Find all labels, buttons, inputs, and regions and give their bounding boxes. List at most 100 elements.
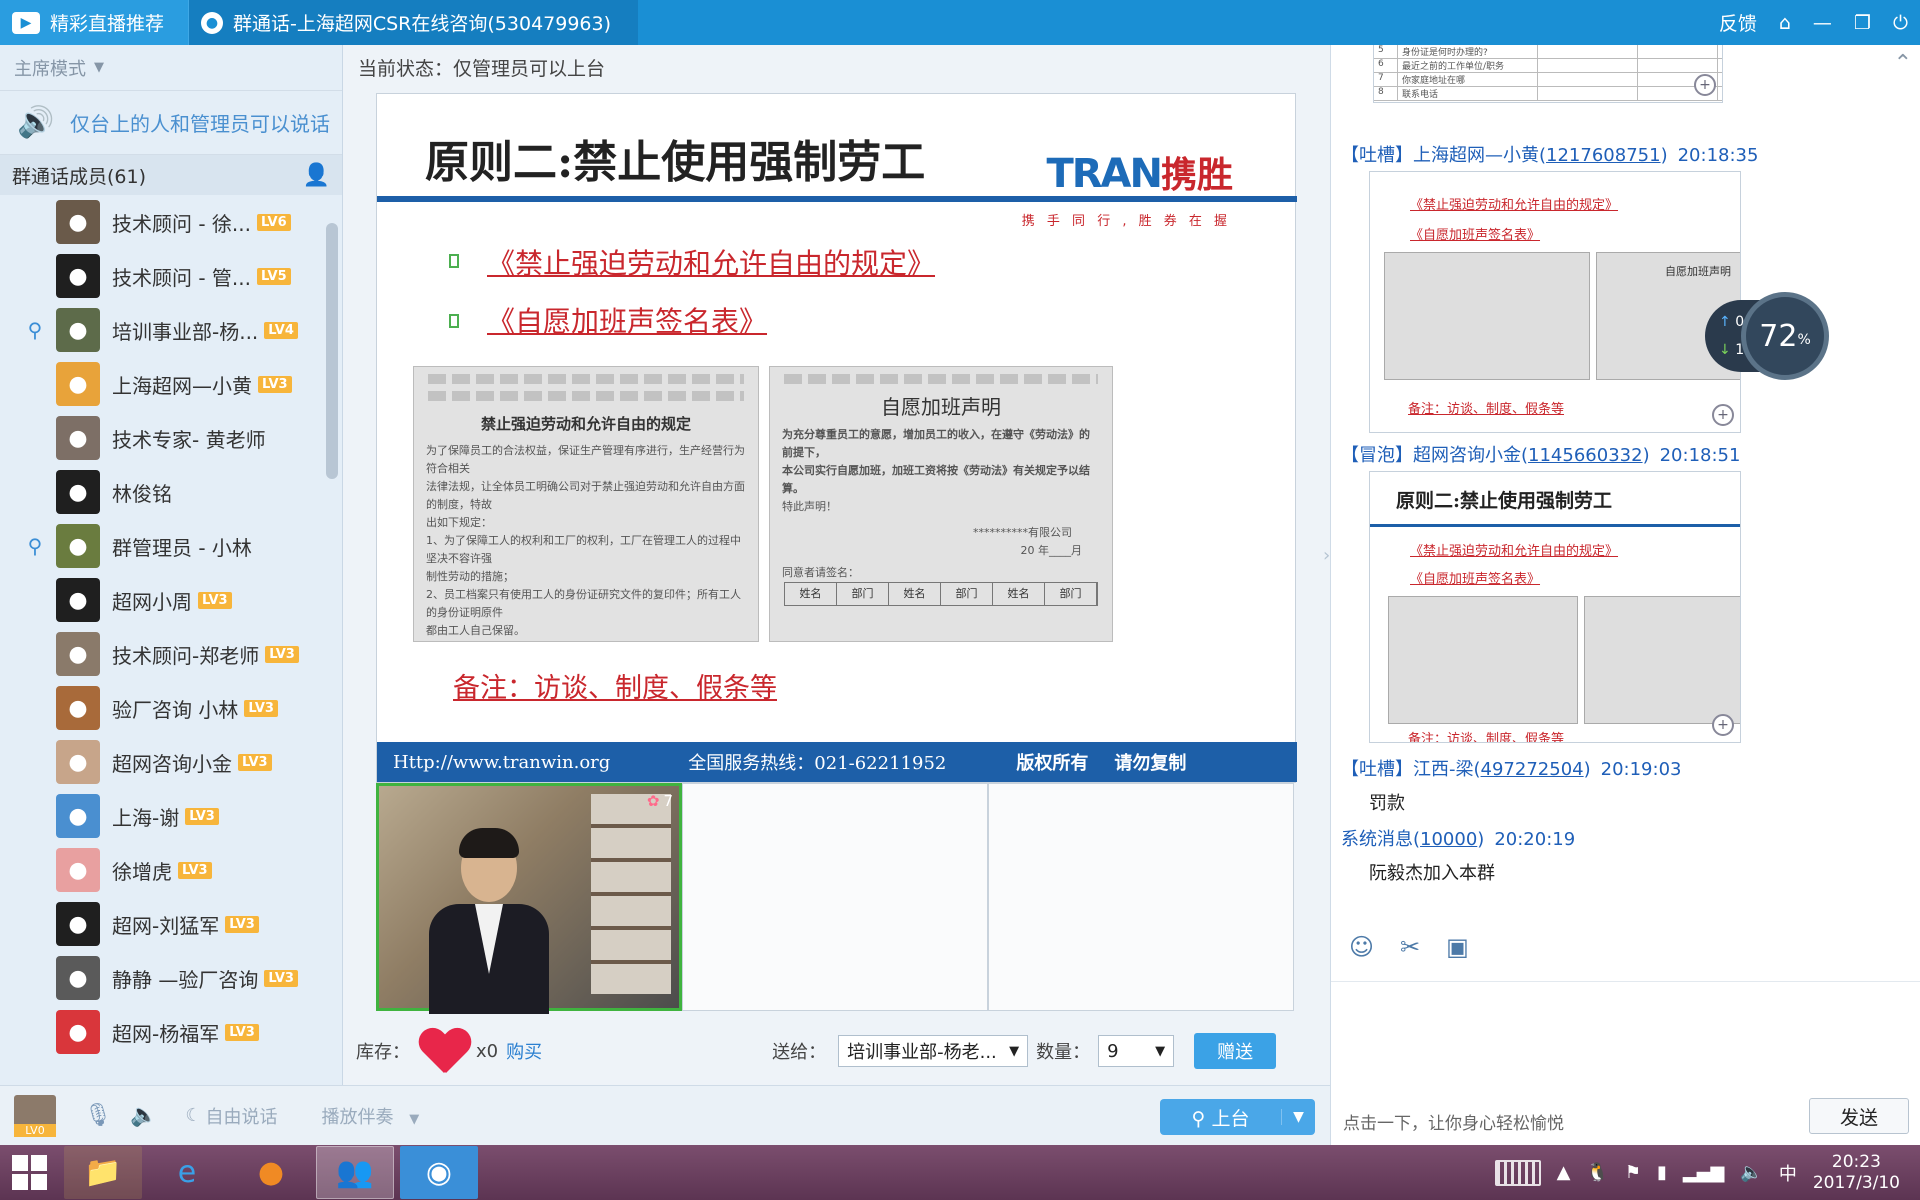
member-row[interactable]: ● 技术顾问 - 管... LV5 — [0, 249, 342, 303]
chat-image-slide2[interactable]: 原则二:禁止使用强制劳工 《禁止强迫劳动和允许自由的规定》 《自愿加班声签名表》… — [1369, 471, 1741, 743]
flag-icon[interactable]: ⚑ — [1625, 1162, 1641, 1183]
sender-qq-link[interactable]: 497272504 — [1481, 759, 1584, 780]
sender-qq-link[interactable]: 1217608751 — [1546, 145, 1661, 166]
accompaniment-label: 播放伴奏 — [321, 1106, 394, 1128]
qq-icon[interactable]: ◉ — [400, 1146, 478, 1199]
ime-indicator[interactable]: 中 — [1779, 1160, 1797, 1186]
sender-qq-link[interactable]: 10000 — [1420, 829, 1477, 850]
accompaniment-button[interactable]: 播放伴奏 ▼ — [321, 1103, 419, 1129]
video-slot-live[interactable]: ✿ 7 — [376, 783, 682, 1014]
avatar: ● — [56, 524, 100, 568]
sender-name[interactable]: 系统消息 — [1341, 829, 1413, 850]
memory-unit: % — [1797, 332, 1811, 348]
network-speed-widget[interactable]: ↑ 0.5K/s ↓ 16.2K/s 72% — [1705, 292, 1829, 380]
level-badge: LV3 — [264, 969, 298, 987]
zoom-icon[interactable]: + — [1712, 404, 1734, 426]
firefox-icon[interactable]: ● — [232, 1146, 310, 1199]
go-on-stage-main[interactable]: ⚲ 上台 — [1160, 1104, 1281, 1131]
tab-live-recommend[interactable]: ▶ 精彩直播推荐 — [0, 0, 188, 45]
presenter-video — [429, 826, 549, 1014]
member-scrollbar[interactable] — [326, 223, 338, 479]
power-icon[interactable]: ⏻ — [1893, 12, 1908, 34]
video-slot-empty[interactable] — [988, 783, 1294, 1011]
member-row[interactable]: ● 徐增虎 LV3 — [0, 843, 342, 897]
qq-tray-icon[interactable]: 🐧 — [1586, 1162, 1608, 1183]
message-time: 20:18:35 — [1677, 145, 1759, 166]
count-select[interactable]: 9 ▼ — [1098, 1035, 1175, 1067]
scissors-icon[interactable]: ✂ — [1400, 933, 1420, 961]
member-row[interactable]: ● 林俊铭 — [0, 465, 342, 519]
doc2-table-header: 姓名 — [785, 583, 837, 605]
heart-gift-icon[interactable] — [418, 1027, 470, 1075]
battery-icon[interactable]: ▮ — [1657, 1162, 1667, 1183]
member-row[interactable]: ● 超网小周 LV3 — [0, 573, 342, 627]
member-row[interactable]: ● 上海-谢 LV3 — [0, 789, 342, 843]
emoji-icon[interactable]: ☺ — [1349, 933, 1374, 961]
buy-link[interactable]: 购买 — [506, 1038, 542, 1064]
chat-message-header: 【吐槽】上海超网—小黄(1217608751) 20:18:35 — [1341, 145, 1759, 166]
sender-name[interactable]: 上海超网—小黄 — [1413, 145, 1539, 166]
doc1-line: 制性劳动的措施； — [426, 570, 514, 583]
microphone-icon[interactable]: 🎙 — [84, 1103, 112, 1128]
qq-group-call-icon[interactable]: 👥 — [316, 1146, 394, 1199]
tray-expand-icon[interactable]: ▲ — [1557, 1162, 1571, 1183]
collapse-chat-icon[interactable]: ⌃ — [1894, 51, 1912, 76]
member-row[interactable]: ● 上海超网—小黄 LV3 — [0, 357, 342, 411]
volume-icon[interactable]: 🔈 — [130, 1103, 157, 1128]
feedback-button[interactable]: 反馈 — [1719, 9, 1757, 36]
sender-name[interactable]: 江西-梁 — [1413, 759, 1474, 780]
chat-image-slide1[interactable]: 《禁止强迫劳动和允许自由的规定》 《自愿加班声签名表》 自愿加班声明 备注：访谈… — [1369, 171, 1741, 433]
video-slot-empty[interactable] — [682, 783, 988, 1011]
doc2-title: 自愿加班声明 — [881, 395, 1001, 419]
skin-icon[interactable]: ⌂ — [1779, 12, 1791, 34]
zoom-icon[interactable]: + — [1712, 714, 1734, 736]
member-row[interactable]: ● 超网-杨福军 LV3 — [0, 1005, 342, 1059]
my-avatar[interactable]: LV0 — [14, 1094, 56, 1137]
send-button[interactable]: 发送 — [1809, 1098, 1909, 1134]
member-row[interactable]: ● 验厂咨询 小林 LV3 — [0, 681, 342, 735]
chevron-down-icon[interactable]: ▼ — [1281, 1109, 1315, 1125]
thumb2-title: 原则二:禁止使用强制劳工 — [1396, 490, 1613, 512]
recipient-select[interactable]: 培训事业部-杨老... ▼ — [838, 1035, 1029, 1067]
thumb-table-no: 5 — [1374, 45, 1398, 58]
chevron-down-icon: ▼ — [94, 60, 104, 75]
restore-icon[interactable]: ❐ — [1854, 12, 1871, 34]
member-row[interactable]: ● 技术专家- 黄老师 — [0, 411, 342, 465]
member-row[interactable]: ● 静静 —验厂咨询 LV3 — [0, 951, 342, 1005]
avatar: ● — [56, 686, 100, 730]
free-talk-button[interactable]: ☾ 自由说话 — [185, 1103, 277, 1129]
image-icon[interactable]: ▣ — [1446, 933, 1469, 961]
zoom-icon[interactable]: + — [1694, 74, 1716, 96]
member-row[interactable]: ● 超网咨询小金 LV3 — [0, 735, 342, 789]
give-button[interactable]: 赠送 — [1194, 1033, 1277, 1069]
chat-panel: ⌃ 5 身份证是何时办理的? 6 最近之前的工作单位/职务 7 你家庭地址在哪 8 联系电话 … — [1330, 45, 1920, 1145]
member-row[interactable]: ● 技术顾问 - 徐... LV6 — [0, 195, 342, 249]
ie-browser-icon[interactable]: e — [148, 1146, 226, 1199]
member-panel: 主席模式 ▼ 🔊 仅台上的人和管理员可以说话 群通话成员(61) 👤 ● 技术顾问… — [0, 45, 343, 1085]
sender-qq-link[interactable]: 1145660332 — [1528, 445, 1643, 466]
member-row[interactable]: ● 超网-刘猛军 LV3 — [0, 897, 342, 951]
volume-tray-icon[interactable]: 🔈 — [1740, 1162, 1762, 1183]
message-tag: 【冒泡】 — [1341, 445, 1413, 466]
windows-start-icon[interactable] — [0, 1145, 58, 1200]
tab-group-call[interactable]: ● 群通话-上海超网CSR在线咨询(530479963) — [188, 0, 638, 45]
member-name: 林俊铭 — [112, 481, 172, 506]
member-row[interactable]: ⚲ ● 培训事业部-杨... LV4 — [0, 303, 342, 357]
minimize-icon[interactable]: — — [1813, 12, 1832, 34]
arrow-up-icon: ↑ — [1719, 314, 1731, 330]
go-on-stage-button[interactable]: ⚲ 上台 ▼ — [1160, 1099, 1315, 1135]
file-explorer-icon[interactable]: 📁 — [64, 1146, 142, 1199]
chat-image-table[interactable]: 5 身份证是何时办理的? 6 最近之前的工作单位/职务 7 你家庭地址在哪 8 联系电话 + — [1373, 45, 1723, 103]
chat-input[interactable]: 点击一下，让你身心轻松愉悦 — [1343, 1109, 1564, 1134]
sender-name[interactable]: 超网咨询小金 — [1413, 445, 1521, 466]
member-row[interactable]: ⚲ ● 群管理员 - 小林 — [0, 519, 342, 573]
member-row[interactable]: ● 技术顾问-郑老师 LV3 — [0, 627, 342, 681]
clock[interactable]: 20:23 2017/3/10 — [1813, 1152, 1900, 1194]
keyboard-icon[interactable] — [1494, 1159, 1541, 1186]
doc2-line: 为充分尊重员工的意愿，增加员工的收入，在遵守《劳动法》的前提下， — [782, 428, 1090, 459]
mode-selector[interactable]: 主席模式 ▼ — [0, 45, 342, 91]
add-member-icon[interactable]: 👤 — [303, 163, 330, 188]
signal-icon[interactable]: ▂▄▆ — [1683, 1162, 1725, 1183]
chat-message-body: 罚款 — [1369, 793, 1405, 814]
stock-qty: x0 — [476, 1040, 499, 1062]
